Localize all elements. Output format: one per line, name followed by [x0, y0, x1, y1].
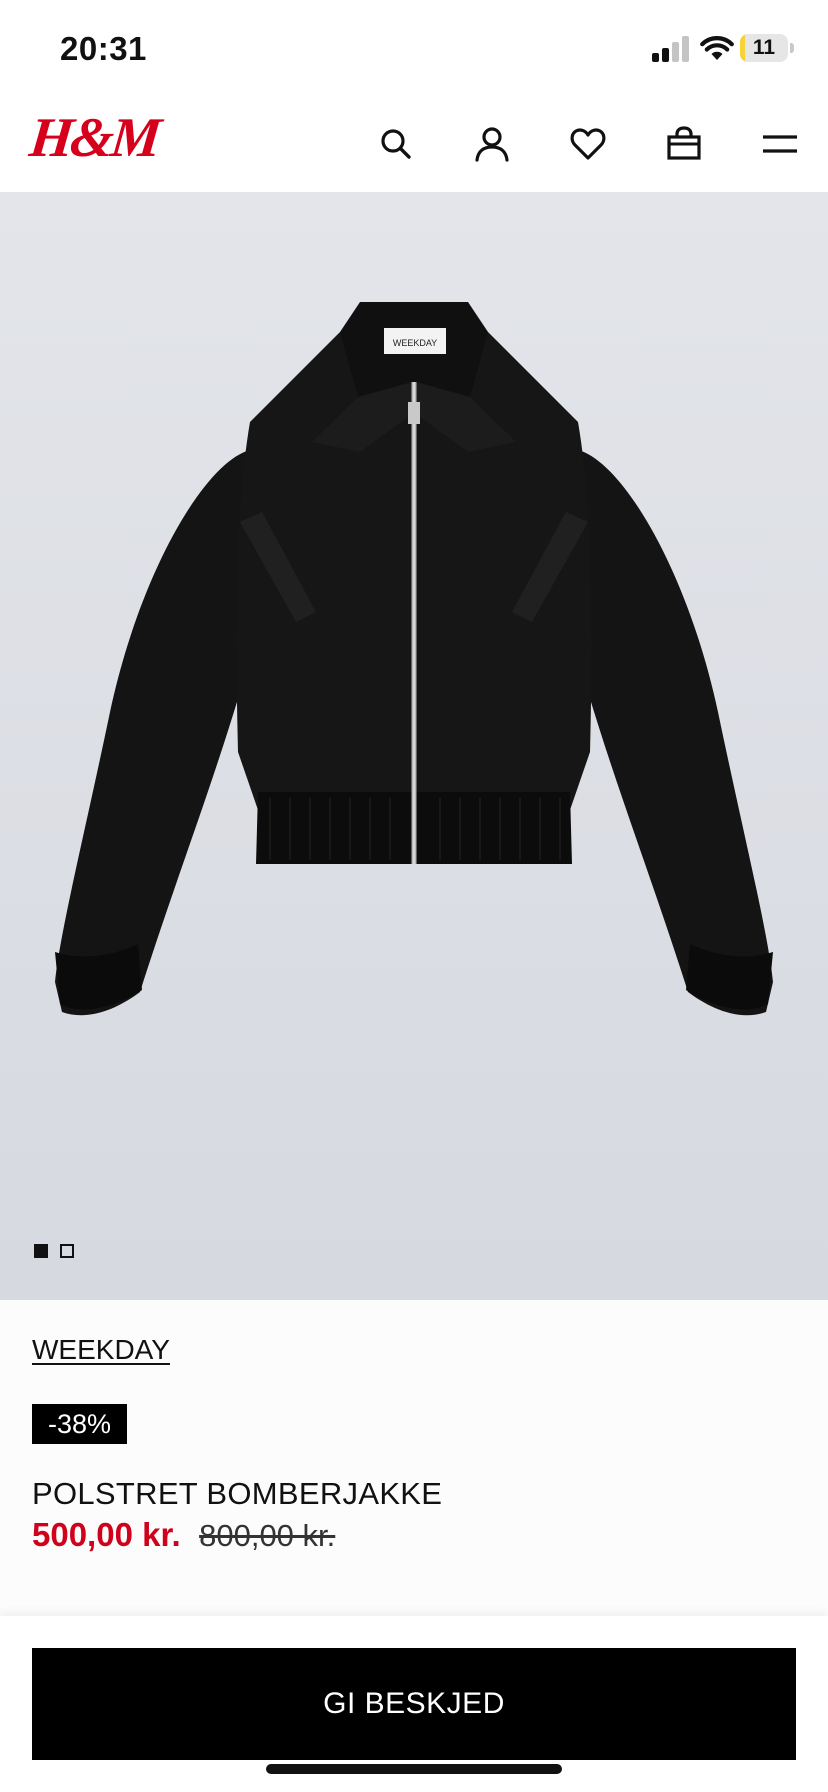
sale-price: 500,00 kr. [32, 1516, 181, 1553]
menu-icon[interactable] [758, 122, 802, 166]
status-bar: 20:31 11 [0, 0, 828, 100]
original-price: 800,00 kr. [199, 1518, 336, 1553]
product-image-gallery[interactable]: WEEKDAY [0, 192, 828, 1300]
home-indicator [266, 1764, 562, 1774]
notify-me-button[interactable]: GI BESKJED [32, 1648, 796, 1760]
search-icon[interactable] [374, 122, 418, 166]
hm-logo[interactable]: H&M [27, 106, 162, 170]
product-title: POLSTRET BOMBERJAKKE [32, 1476, 443, 1511]
battery-indicator: 11 [740, 34, 794, 62]
status-time: 20:31 [60, 30, 147, 67]
price-row: 500,00 kr. 800,00 kr. [32, 1516, 335, 1554]
image-dot-2[interactable] [60, 1244, 74, 1258]
wifi-icon [700, 34, 734, 62]
cellular-signal-icon [652, 36, 690, 62]
battery-level: 11 [752, 36, 776, 59]
product-info: WEEKDAY -38% POLSTRET BOMBERJAKKE 500,00… [0, 1300, 828, 1620]
favorites-heart-icon[interactable] [566, 122, 610, 166]
image-dot-1[interactable] [34, 1244, 48, 1258]
site-header: H&M [0, 100, 828, 192]
account-icon[interactable] [470, 122, 514, 166]
garment-label-text: WEEKDAY [393, 338, 437, 348]
discount-badge: -38% [32, 1404, 128, 1444]
brand-link[interactable]: WEEKDAY [32, 1334, 170, 1366]
shopping-bag-icon[interactable] [662, 122, 706, 166]
bomber-jacket-image: WEEKDAY [55, 302, 773, 1016]
